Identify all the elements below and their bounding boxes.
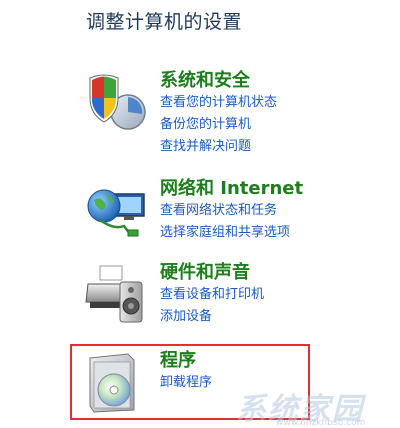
link-add-device[interactable]: 添加设备: [160, 306, 264, 328]
link-view-computer-status[interactable]: 查看您的计算机状态: [160, 92, 277, 114]
link-backup-computer[interactable]: 备份您的计算机: [160, 114, 277, 136]
control-panel-page: 调整计算机的设置 系统和安全 查看您的计算机状态 备份您的计算机 查找并解决问题…: [0, 0, 400, 428]
page-title: 调整计算机的设置: [86, 11, 243, 33]
link-view-devices-printers[interactable]: 查看设备和打印机: [160, 284, 264, 306]
link-find-fix-problems[interactable]: 查找并解决问题: [160, 136, 277, 158]
printer-speaker-icon[interactable]: [84, 262, 148, 326]
shield-icon[interactable]: [84, 70, 148, 134]
link-homegroup-sharing[interactable]: 选择家庭组和共享选项: [160, 222, 303, 244]
watermark-url: www.hnzkhbsb.com: [276, 418, 366, 428]
link-view-network-status[interactable]: 查看网络状态和任务: [160, 200, 303, 222]
category-title-system-security[interactable]: 系统和安全: [160, 70, 277, 92]
category-title-network-internet[interactable]: 网络和 Internet: [160, 178, 303, 200]
category-title-hardware-sound[interactable]: 硬件和声音: [160, 262, 264, 284]
network-globe-icon[interactable]: [84, 178, 148, 242]
